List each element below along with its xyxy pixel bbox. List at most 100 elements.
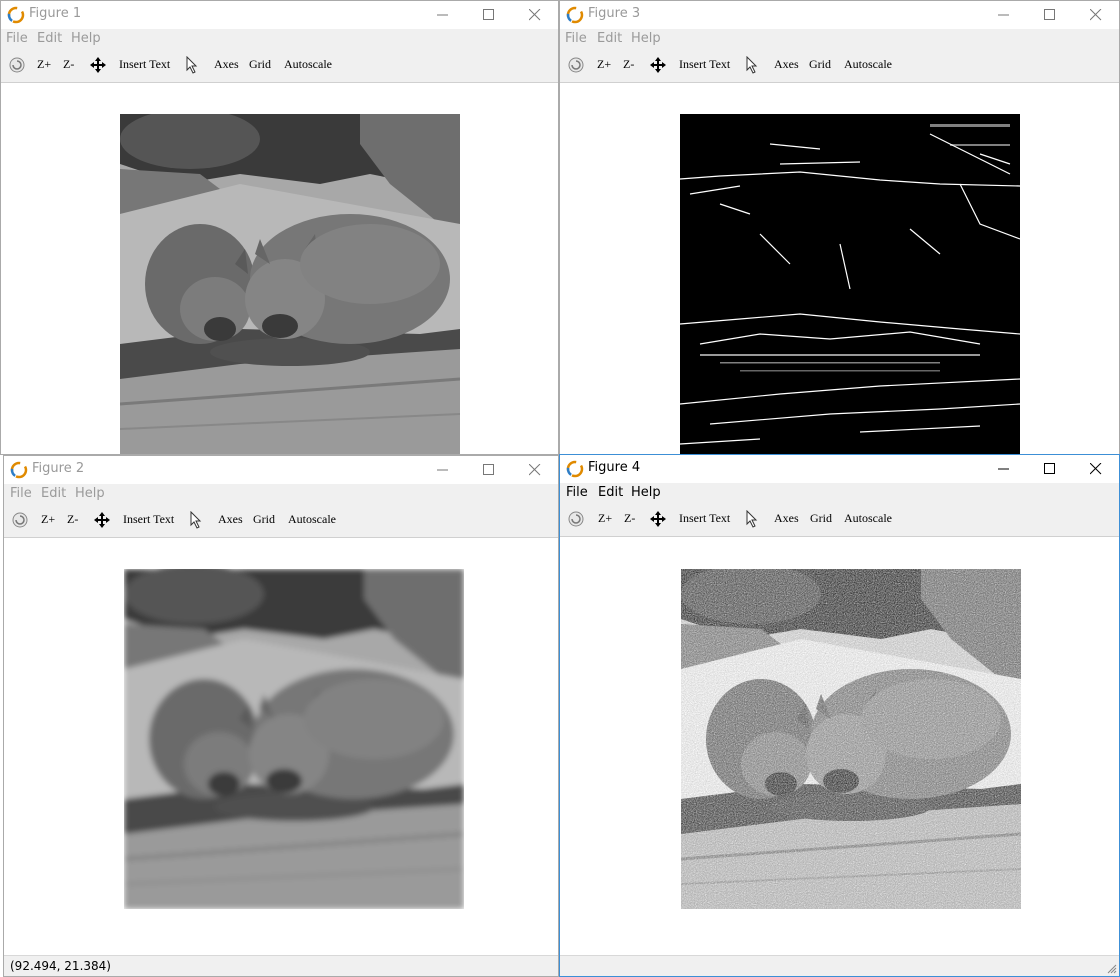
menu-edit[interactable]: Edit	[597, 31, 622, 46]
axes-button[interactable]: Axes	[218, 512, 243, 527]
title-bar[interactable]: Figure 2	[4, 456, 558, 484]
figure-toolbar: Z+ Z- Insert Text Axes Grid Autoscale	[560, 49, 1119, 83]
insert-text-button[interactable]: Insert Text	[119, 57, 170, 72]
insert-text-button[interactable]: Insert Text	[679, 57, 730, 72]
minimize-icon	[437, 469, 448, 471]
figure-toolbar: Z+ Z- Insert Text Axes Grid Autoscale	[4, 504, 558, 538]
zoom-out-button[interactable]: Z-	[623, 57, 634, 72]
menu-bar: File Edit Help	[1, 29, 558, 49]
maximize-button[interactable]	[1027, 455, 1073, 483]
figure-1-window[interactable]: Figure 1 File Edit Help Z+ Z- Insert Tex…	[0, 0, 559, 455]
title-bar[interactable]: Figure 3	[560, 1, 1119, 29]
figure-canvas[interactable]	[560, 83, 1119, 454]
maximize-button[interactable]	[466, 456, 512, 484]
figure-4-window[interactable]: Figure 4 File Edit Help Z+ Z- Insert Tex…	[559, 454, 1120, 977]
grid-button[interactable]: Grid	[810, 511, 832, 526]
pan-icon[interactable]	[93, 511, 111, 529]
cursor-coordinates: (92.494, 21.384)	[10, 959, 111, 973]
window-title: Figure 1	[29, 6, 82, 21]
select-arrow-icon[interactable]	[185, 56, 199, 74]
zoom-in-button[interactable]: Z+	[597, 57, 611, 72]
close-button[interactable]	[512, 1, 558, 29]
menu-edit[interactable]: Edit	[37, 31, 62, 46]
zoom-out-button[interactable]: Z-	[624, 511, 635, 526]
axes-button[interactable]: Axes	[774, 57, 799, 72]
status-bar	[560, 955, 1119, 976]
resize-grip-icon[interactable]	[1107, 964, 1117, 974]
minimize-icon	[437, 14, 448, 16]
grid-button[interactable]: Grid	[249, 57, 271, 72]
autoscale-button[interactable]: Autoscale	[844, 511, 892, 526]
maximize-icon	[483, 9, 494, 20]
octave-app-icon	[10, 461, 28, 479]
autoscale-button[interactable]: Autoscale	[288, 512, 336, 527]
window-title: Figure 2	[32, 461, 85, 476]
insert-text-button[interactable]: Insert Text	[679, 511, 730, 526]
maximize-button[interactable]	[466, 1, 512, 29]
pan-icon[interactable]	[89, 56, 107, 74]
minimize-button[interactable]	[420, 1, 466, 29]
maximize-button[interactable]	[1027, 1, 1073, 29]
zoom-in-button[interactable]: Z+	[598, 511, 612, 526]
zoom-out-button[interactable]: Z-	[67, 512, 78, 527]
menu-file[interactable]: File	[566, 485, 588, 500]
select-arrow-icon[interactable]	[745, 510, 759, 528]
zoom-in-button[interactable]: Z+	[37, 57, 51, 72]
close-button[interactable]	[1073, 455, 1119, 483]
close-button[interactable]	[512, 456, 558, 484]
edge-map-image	[680, 114, 1020, 454]
close-icon	[1090, 463, 1102, 475]
close-button[interactable]	[1073, 1, 1119, 29]
blurred-image	[124, 569, 464, 909]
figure-3-window[interactable]: Figure 3 File Edit Help Z+ Z- Insert Tex…	[559, 0, 1120, 455]
figure-canvas[interactable]	[560, 537, 1119, 956]
window-title: Figure 3	[588, 6, 641, 21]
octave-app-icon	[566, 6, 584, 24]
autoscale-button[interactable]: Autoscale	[844, 57, 892, 72]
status-bar: (92.494, 21.384)	[4, 955, 558, 976]
menu-help[interactable]: Help	[75, 486, 105, 501]
menu-file[interactable]: File	[565, 31, 587, 46]
grid-button[interactable]: Grid	[809, 57, 831, 72]
menu-bar: File Edit Help	[560, 29, 1119, 49]
minimize-button[interactable]	[981, 455, 1027, 483]
select-arrow-icon[interactable]	[745, 56, 759, 74]
minimize-icon	[998, 468, 1009, 470]
figure-canvas[interactable]	[4, 538, 558, 956]
pan-icon[interactable]	[649, 56, 667, 74]
menu-edit[interactable]: Edit	[41, 486, 66, 501]
maximize-icon	[1044, 463, 1055, 474]
figure-canvas[interactable]	[1, 83, 558, 454]
rotate-icon[interactable]	[8, 56, 26, 74]
zoom-out-button[interactable]: Z-	[63, 57, 74, 72]
menu-help[interactable]: Help	[631, 485, 661, 500]
rotate-icon[interactable]	[567, 510, 585, 528]
menu-help[interactable]: Help	[71, 31, 101, 46]
rotate-icon[interactable]	[567, 56, 585, 74]
axes-button[interactable]: Axes	[774, 511, 799, 526]
menu-edit[interactable]: Edit	[598, 485, 623, 500]
original-image	[120, 114, 460, 454]
title-bar[interactable]: Figure 4	[560, 455, 1119, 483]
pan-icon[interactable]	[649, 510, 667, 528]
select-arrow-icon[interactable]	[189, 511, 203, 529]
minimize-button[interactable]	[981, 1, 1027, 29]
title-bar[interactable]: Figure 1	[1, 1, 558, 29]
figure-toolbar: Z+ Z- Insert Text Axes Grid Autoscale	[560, 503, 1119, 537]
minimize-button[interactable]	[420, 456, 466, 484]
grid-button[interactable]: Grid	[253, 512, 275, 527]
octave-app-icon	[7, 6, 25, 24]
maximize-icon	[483, 464, 494, 475]
menu-bar: File Edit Help	[560, 483, 1119, 503]
figure-2-window[interactable]: Figure 2 File Edit Help Z+ Z- Insert Tex…	[3, 455, 559, 977]
menu-file[interactable]: File	[6, 31, 28, 46]
insert-text-button[interactable]: Insert Text	[123, 512, 174, 527]
axes-button[interactable]: Axes	[214, 57, 239, 72]
zoom-in-button[interactable]: Z+	[41, 512, 55, 527]
menu-help[interactable]: Help	[631, 31, 661, 46]
autoscale-button[interactable]: Autoscale	[284, 57, 332, 72]
rotate-icon[interactable]	[11, 511, 29, 529]
close-icon	[529, 464, 541, 476]
menu-bar: File Edit Help	[4, 484, 558, 504]
menu-file[interactable]: File	[10, 486, 32, 501]
